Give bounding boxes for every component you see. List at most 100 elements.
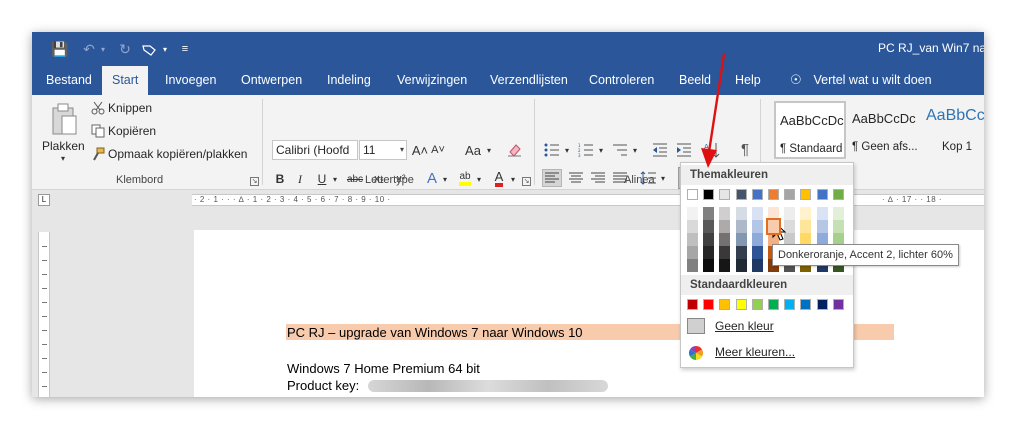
decrease-indent-icon[interactable] — [650, 141, 670, 159]
multilevel-list-icon[interactable] — [610, 141, 630, 159]
tab-invoegen[interactable]: Invoegen — [165, 66, 216, 95]
strikethrough-button[interactable]: abc — [344, 170, 366, 188]
theme-shade-swatch[interactable] — [719, 207, 731, 220]
theme-shade-swatch[interactable] — [703, 246, 715, 259]
theme-shade-swatch[interactable] — [766, 218, 781, 235]
scissors-icon[interactable] — [90, 100, 106, 116]
theme-shade-swatch[interactable] — [735, 246, 747, 259]
align-right-icon[interactable] — [588, 169, 608, 187]
shrink-font-icon[interactable]: A˅ — [430, 140, 446, 160]
theme-shade-swatch[interactable] — [687, 246, 698, 259]
theme-shade-swatch[interactable] — [816, 220, 828, 233]
tab-controleren[interactable]: Controleren — [589, 66, 654, 95]
theme-shade-swatch[interactable] — [832, 220, 844, 233]
theme-shade-swatch[interactable] — [751, 207, 763, 220]
tab-ontwerpen[interactable]: Ontwerpen — [241, 66, 302, 95]
tab-help[interactable]: Help — [735, 66, 761, 95]
highlight-icon[interactable]: ab — [456, 168, 474, 188]
theme-shade-swatch[interactable] — [719, 259, 731, 272]
touch-mode-icon[interactable] — [140, 40, 158, 58]
theme-shade-swatch[interactable] — [687, 233, 698, 246]
standard-color-swatch[interactable] — [735, 299, 747, 310]
highlight-dropdown-icon[interactable]: ▾ — [474, 170, 484, 188]
pilcrow-icon[interactable]: ¶ — [736, 139, 754, 159]
theme-color-swatch[interactable] — [719, 189, 731, 200]
tell-me-search[interactable]: ☉ Vertel wat u wilt doen — [790, 66, 932, 95]
tab-verzendlijsten[interactable]: Verzendlijsten — [490, 66, 568, 95]
bullets-dropdown-icon[interactable]: ▾ — [562, 141, 572, 159]
theme-shade-swatch[interactable] — [703, 233, 715, 246]
clipboard-launcher-icon[interactable]: ↘ — [250, 177, 259, 186]
theme-shade-swatch[interactable] — [800, 220, 812, 233]
standard-color-swatch[interactable] — [768, 299, 779, 310]
theme-shade-swatch[interactable] — [687, 259, 698, 272]
tab-indeling[interactable]: Indeling — [327, 66, 371, 95]
cut-button[interactable]: Knippen — [108, 101, 152, 115]
theme-color-swatch[interactable] — [816, 189, 828, 200]
format-painter-button[interactable]: Opmaak kopiëren/plakken — [108, 147, 247, 161]
theme-shade-swatch[interactable] — [832, 207, 844, 220]
theme-shade-swatch[interactable] — [751, 220, 763, 233]
tab-bestand[interactable]: Bestand — [46, 66, 92, 95]
line-spacing-dropdown-icon[interactable]: ▾ — [658, 169, 668, 187]
change-case-dropdown-icon[interactable]: ▾ — [484, 140, 494, 160]
theme-shade-swatch[interactable] — [719, 246, 731, 259]
paste-dropdown-icon[interactable]: ▾ — [58, 153, 68, 163]
theme-shade-swatch[interactable] — [800, 207, 812, 220]
theme-shade-swatch[interactable] — [735, 207, 747, 220]
theme-shade-swatch[interactable] — [687, 207, 698, 220]
theme-shade-swatch[interactable] — [735, 233, 747, 246]
italic-button[interactable]: I — [292, 170, 308, 188]
paste-icon[interactable] — [48, 101, 80, 137]
no-color-option[interactable]: Geen kleur — [685, 315, 851, 337]
copy-button[interactable]: Kopiëren — [108, 124, 156, 138]
theme-shade-swatch[interactable] — [719, 233, 731, 246]
theme-shade-swatch[interactable] — [751, 233, 763, 246]
text-effects-icon[interactable]: A — [424, 168, 440, 188]
theme-color-swatch[interactable] — [687, 189, 698, 200]
theme-shade-swatch[interactable] — [703, 207, 715, 220]
undo-dropdown-icon[interactable]: ▾ — [98, 40, 108, 58]
theme-color-swatch[interactable] — [751, 189, 763, 200]
theme-shade-swatch[interactable] — [687, 220, 698, 233]
bold-button[interactable]: B — [272, 170, 288, 188]
align-center-icon[interactable] — [566, 169, 586, 187]
tab-start[interactable]: Start — [102, 66, 149, 95]
touch-dropdown-icon[interactable]: ▾ — [160, 40, 170, 58]
font-name-select[interactable]: Calibri (Hoofd — [272, 140, 358, 160]
standard-color-swatch[interactable] — [832, 299, 844, 310]
theme-shade-swatch[interactable] — [816, 207, 828, 220]
paste-button[interactable]: Plakken — [42, 139, 85, 153]
style-kop-1[interactable]: AaBbCc Kop 1 — [922, 101, 984, 159]
doc-line-os[interactable]: Windows 7 Home Premium 64 bit — [287, 361, 480, 376]
grow-font-icon[interactable]: A˄ — [412, 140, 428, 160]
copy-icon[interactable] — [90, 123, 106, 139]
theme-color-swatch[interactable] — [832, 189, 844, 200]
bullets-icon[interactable] — [542, 141, 562, 159]
horizontal-ruler[interactable]: · 2 · 1 · · · ∆ · 1 · 2 · 3 · 4 · 5 · 6 … — [192, 194, 984, 206]
format-painter-icon[interactable] — [90, 146, 106, 162]
theme-color-swatch[interactable] — [735, 189, 747, 200]
theme-color-swatch[interactable] — [703, 189, 715, 200]
theme-shade-swatch[interactable] — [719, 220, 731, 233]
font-size-select[interactable]: 11 ▾ — [359, 140, 407, 160]
clear-formatting-icon[interactable] — [506, 140, 524, 160]
multilevel-dropdown-icon[interactable]: ▾ — [630, 141, 640, 159]
tab-selector[interactable]: L — [38, 194, 50, 206]
theme-color-swatch[interactable] — [800, 189, 812, 200]
underline-dropdown-icon[interactable]: ▾ — [330, 170, 340, 188]
style-geen-afstand[interactable]: AaBbCcDc ¶ Geen afs... — [848, 101, 920, 159]
theme-shade-swatch[interactable] — [768, 207, 779, 220]
theme-shade-swatch[interactable] — [784, 207, 796, 220]
redo-icon[interactable]: ↻ — [116, 40, 134, 58]
standard-color-swatch[interactable] — [751, 299, 763, 310]
theme-shade-swatch[interactable] — [751, 259, 763, 272]
standard-color-swatch[interactable] — [703, 299, 715, 310]
theme-shade-swatch[interactable] — [703, 259, 715, 272]
theme-shade-swatch[interactable] — [735, 220, 747, 233]
doc-line-product-key[interactable]: Product key: — [287, 378, 359, 393]
save-icon[interactable]: 💾 — [50, 40, 70, 58]
text-effects-dropdown-icon[interactable]: ▾ — [440, 170, 450, 188]
standard-color-swatch[interactable] — [784, 299, 796, 310]
increase-indent-icon[interactable] — [674, 141, 694, 159]
